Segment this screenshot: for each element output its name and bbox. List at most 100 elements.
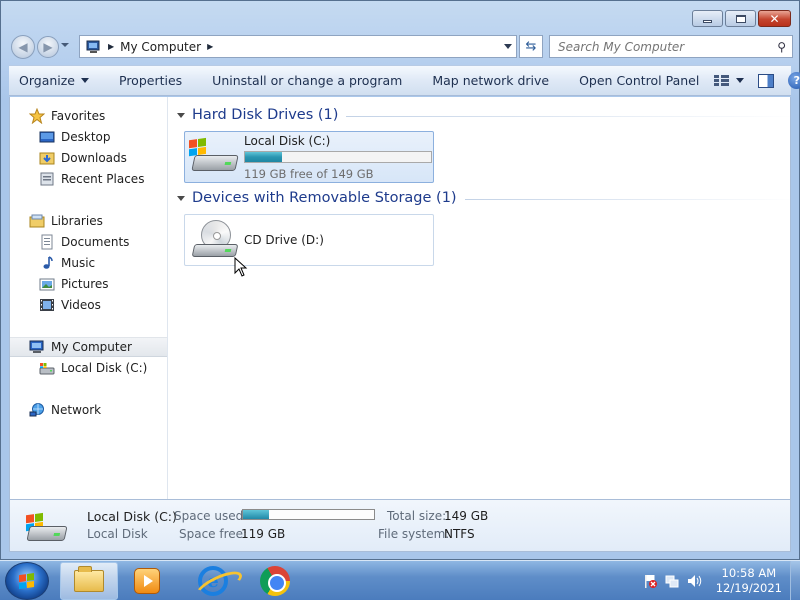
network-globe-icon xyxy=(29,402,45,418)
space-used-fill xyxy=(243,510,270,519)
hard-drive-icon xyxy=(189,135,239,179)
sidebar-item-network[interactable]: Network xyxy=(10,400,167,420)
space-used-label: Space used: xyxy=(174,509,248,523)
address-dropdown-icon[interactable] xyxy=(504,44,512,49)
recent-pages-dropdown[interactable] xyxy=(61,43,69,47)
search-box[interactable]: ⚲ xyxy=(549,35,793,58)
drive-name: CD Drive (D:) xyxy=(244,233,324,247)
drive-tile-local-disk-c[interactable]: Local Disk (C:) 119 GB free of 149 GB xyxy=(184,131,434,183)
sidebar-item-label: Documents xyxy=(61,235,130,249)
search-icon[interactable]: ⚲ xyxy=(777,40,786,54)
help-icon[interactable]: ? xyxy=(788,72,800,89)
forward-button[interactable]: ▶ xyxy=(37,36,59,58)
drive-usage-bar xyxy=(244,150,432,163)
pictures-icon xyxy=(39,276,55,292)
sidebar-item-libraries[interactable]: Libraries xyxy=(10,211,167,231)
drive-info: Local Disk (C:) 119 GB free of 149 GB xyxy=(244,134,432,181)
action-center-flag-icon[interactable] xyxy=(642,573,658,589)
preview-pane-icon[interactable] xyxy=(758,73,775,88)
group-header-hard-disk-drives[interactable]: Hard Disk Drives (1) xyxy=(177,107,797,123)
drive-tile-cd-drive-d[interactable]: CD Drive (D:) xyxy=(184,214,434,266)
taskbar-explorer[interactable] xyxy=(60,562,118,600)
sidebar-item-label: Local Disk (C:) xyxy=(61,361,148,375)
close-icon: ✕ xyxy=(769,11,780,26)
system-clock[interactable]: 10:58 AM 12/19/2021 xyxy=(716,566,782,596)
drive-usage-fill xyxy=(245,151,283,162)
sidebar-item-local-disk[interactable]: Local Disk (C:) xyxy=(10,358,167,378)
network-status-icon[interactable] xyxy=(664,573,680,589)
system-tray: 10:58 AM 12/19/2021 xyxy=(630,561,800,600)
sidebar-item-label: Pictures xyxy=(61,277,109,291)
music-note-icon xyxy=(39,255,55,271)
taskbar: e 10:58 AM 12/19/2021 xyxy=(0,560,800,600)
sidebar-item-pictures[interactable]: Pictures xyxy=(10,274,167,294)
taskbar-internet-explorer[interactable]: e xyxy=(184,562,242,600)
taskbar-media-player[interactable] xyxy=(118,562,176,600)
close-button[interactable]: ✕ xyxy=(758,10,791,27)
sidebar-item-videos[interactable]: Videos xyxy=(10,295,167,315)
start-button[interactable] xyxy=(5,562,49,600)
sidebar-item-label: Favorites xyxy=(51,109,106,123)
volume-icon[interactable] xyxy=(686,573,702,589)
sidebar-item-favorites[interactable]: Favorites xyxy=(10,106,167,126)
mouse-cursor-icon xyxy=(234,257,248,277)
uninstall-program-button[interactable]: Uninstall or change a program xyxy=(197,73,417,88)
content-area: Favorites Desktop Downloads Recent Place… xyxy=(9,97,797,499)
sidebar-item-label: Desktop xyxy=(61,130,111,144)
sidebar-item-desktop[interactable]: Desktop xyxy=(10,127,167,147)
details-pane: Local Disk (C:) Local Disk Space used: S… xyxy=(9,499,791,552)
details-drive-type: Local Disk xyxy=(87,527,148,541)
group-title: Hard Disk Drives (1) xyxy=(192,107,339,123)
search-input[interactable] xyxy=(558,39,768,54)
map-network-drive-button[interactable]: Map network drive xyxy=(417,73,564,88)
breadcrumb-expand-icon[interactable]: ▶ xyxy=(207,42,213,51)
file-list[interactable]: Hard Disk Drives (1) Local Disk (C:) 119… xyxy=(169,97,797,499)
explorer-window: ✕ ◀ ▶ ▶ My Computer ▶ ⇆ ⚲ Organize Prope xyxy=(0,0,800,560)
organize-menu[interactable]: Organize xyxy=(9,73,104,88)
group-divider xyxy=(464,198,797,200)
breadcrumb-my-computer[interactable]: My Computer xyxy=(120,40,201,54)
sidebar-item-music[interactable]: Music xyxy=(10,253,167,273)
caption-buttons: ✕ xyxy=(692,10,791,27)
drive-info: CD Drive (D:) xyxy=(244,233,432,247)
change-view-button[interactable] xyxy=(714,74,745,87)
collapse-group-icon[interactable] xyxy=(177,112,185,118)
breadcrumb-separator-icon[interactable]: ▶ xyxy=(108,42,114,51)
file-system-label: File system: xyxy=(378,527,450,541)
show-desktop-button[interactable] xyxy=(790,561,800,600)
navigation-pane[interactable]: Favorites Desktop Downloads Recent Place… xyxy=(10,97,168,499)
cd-drive-icon xyxy=(189,218,239,262)
sidebar-item-label: My Computer xyxy=(51,340,132,354)
media-player-icon xyxy=(134,568,160,594)
clock-time: 10:58 AM xyxy=(721,566,777,580)
group-title: Devices with Removable Storage (1) xyxy=(192,190,457,206)
taskbar-chrome[interactable] xyxy=(246,562,304,600)
organize-label: Organize xyxy=(19,73,75,88)
sidebar-item-recent-places[interactable]: Recent Places xyxy=(10,169,167,189)
windows-logo-icon xyxy=(189,137,207,157)
hard-drive-icon xyxy=(24,512,68,546)
sidebar-item-downloads[interactable]: Downloads xyxy=(10,148,167,168)
address-bar[interactable]: ▶ My Computer ▶ xyxy=(79,35,517,58)
sidebar-item-documents[interactable]: Documents xyxy=(10,232,167,252)
forward-arrow-icon: ▶ xyxy=(43,40,53,54)
total-size-label: Total size: xyxy=(387,509,447,523)
group-divider xyxy=(346,115,797,117)
documents-icon xyxy=(39,234,55,250)
command-bar: Organize Properties Uninstall or change … xyxy=(9,65,800,96)
minimize-button[interactable] xyxy=(692,10,723,27)
refresh-button[interactable]: ⇆ xyxy=(519,35,543,58)
space-free-value: 119 GB xyxy=(241,527,286,541)
collapse-group-icon[interactable] xyxy=(177,195,185,201)
back-arrow-icon: ◀ xyxy=(18,40,28,54)
group-header-removable-storage[interactable]: Devices with Removable Storage (1) xyxy=(177,190,797,206)
open-control-panel-button[interactable]: Open Control Panel xyxy=(564,73,714,88)
maximize-button[interactable] xyxy=(725,10,756,27)
windows-logo-icon xyxy=(19,573,35,590)
back-button[interactable]: ◀ xyxy=(11,35,35,59)
clock-date: 12/19/2021 xyxy=(715,581,782,595)
sidebar-item-label: Recent Places xyxy=(61,172,145,186)
sidebar-item-my-computer[interactable]: My Computer xyxy=(10,337,167,357)
minimize-icon xyxy=(703,19,712,23)
properties-button[interactable]: Properties xyxy=(104,73,197,88)
